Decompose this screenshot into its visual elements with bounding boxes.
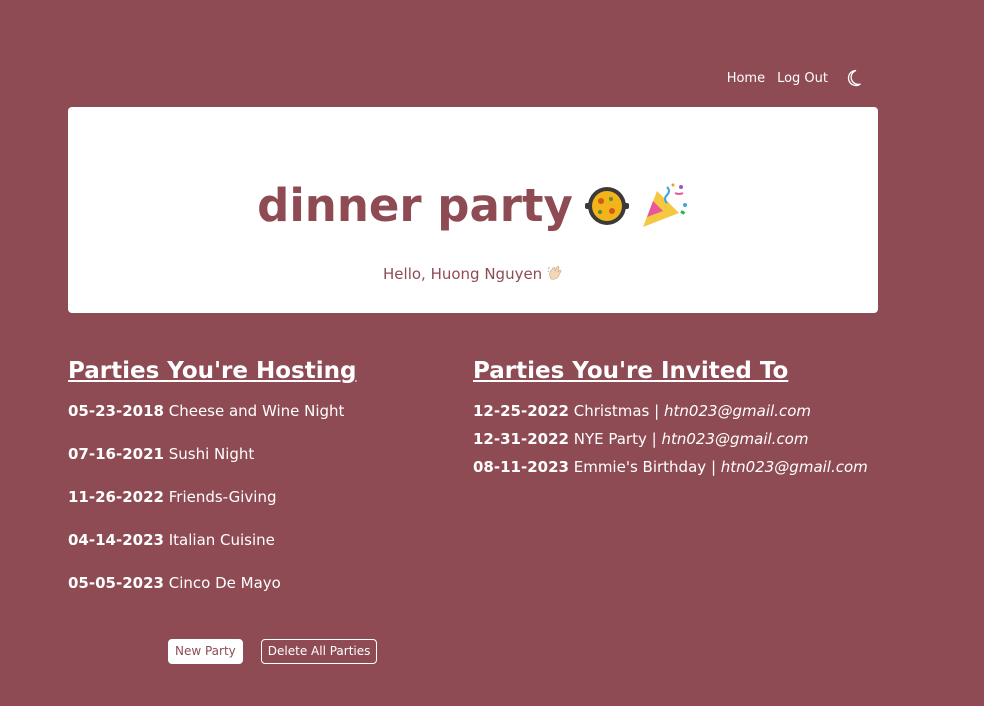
party-date: 12-31-2022 [473, 430, 569, 448]
invited-section: Parties You're Invited To 12-25-2022 Chr… [473, 357, 933, 477]
party-name: Emmie's Birthday [573, 458, 707, 476]
separator: | [654, 402, 660, 420]
party-name: Christmas [573, 402, 650, 420]
hosting-party-item[interactable]: 05-23-2018 Cheese and Wine Night [68, 401, 448, 421]
party-date: 08-11-2023 [473, 458, 569, 476]
party-date: 05-05-2023 [68, 574, 164, 592]
party-name: Friends-Giving [168, 488, 277, 506]
separator: | [710, 458, 716, 476]
paella-pan-icon [584, 184, 629, 228]
delete-all-parties-button[interactable]: Delete All Parties [260, 639, 378, 664]
hosting-party-item[interactable]: 05-05-2023 Cinco De Mayo [68, 573, 448, 593]
host-email: htn023@gmail.com [664, 402, 811, 420]
separator: | [651, 430, 657, 448]
party-actions: New Party Delete All Parties [168, 639, 378, 664]
app-title: dinner party [68, 179, 878, 232]
moon-icon[interactable] [846, 69, 862, 87]
invited-party-item[interactable]: 12-31-2022 NYE Party | htn023@gmail.com [473, 429, 933, 449]
hero-card: dinner party Hello, Huong Nguyen [68, 107, 878, 313]
party-name: Italian Cuisine [168, 531, 275, 549]
top-nav: Home Log Out [715, 69, 862, 87]
waving-hand-icon [547, 265, 563, 285]
party-date: 12-25-2022 [473, 402, 569, 420]
hosting-list: 05-23-2018 Cheese and Wine Night 07-16-2… [68, 401, 448, 593]
hosting-heading: Parties You're Hosting [68, 358, 357, 384]
greeting: Hello, Huong Nguyen [68, 265, 878, 285]
invited-list: 12-25-2022 Christmas | htn023@gmail.com … [473, 401, 933, 477]
party-date: 07-16-2021 [68, 445, 164, 463]
party-popper-icon [641, 183, 689, 229]
party-name: Sushi Night [168, 445, 255, 463]
hosting-party-item[interactable]: 04-14-2023 Italian Cuisine [68, 530, 448, 550]
party-name: NYE Party [573, 430, 647, 448]
party-date: 04-14-2023 [68, 531, 164, 549]
hosting-section: Parties You're Hosting 05-23-2018 Cheese… [68, 357, 448, 593]
party-date: 05-23-2018 [68, 402, 164, 420]
party-date: 11-26-2022 [68, 488, 164, 506]
nav-logout-link[interactable]: Log Out [777, 71, 828, 86]
host-email: htn023@gmail.com [661, 430, 809, 448]
party-name: Cinco De Mayo [168, 574, 281, 592]
new-party-button[interactable]: New Party [168, 639, 243, 664]
app-title-text: dinner party [257, 179, 573, 232]
host-email: htn023@gmail.com [720, 458, 868, 476]
invited-heading: Parties You're Invited To [473, 358, 789, 384]
invited-party-item[interactable]: 08-11-2023 Emmie's Birthday | htn023@gma… [473, 457, 933, 477]
party-name: Cheese and Wine Night [168, 402, 345, 420]
hosting-party-item[interactable]: 11-26-2022 Friends-Giving [68, 487, 448, 507]
invited-party-item[interactable]: 12-25-2022 Christmas | htn023@gmail.com [473, 401, 933, 421]
hosting-party-item[interactable]: 07-16-2021 Sushi Night [68, 444, 448, 464]
greeting-text: Hello, Huong Nguyen [383, 265, 543, 283]
nav-home-link[interactable]: Home [727, 71, 765, 86]
